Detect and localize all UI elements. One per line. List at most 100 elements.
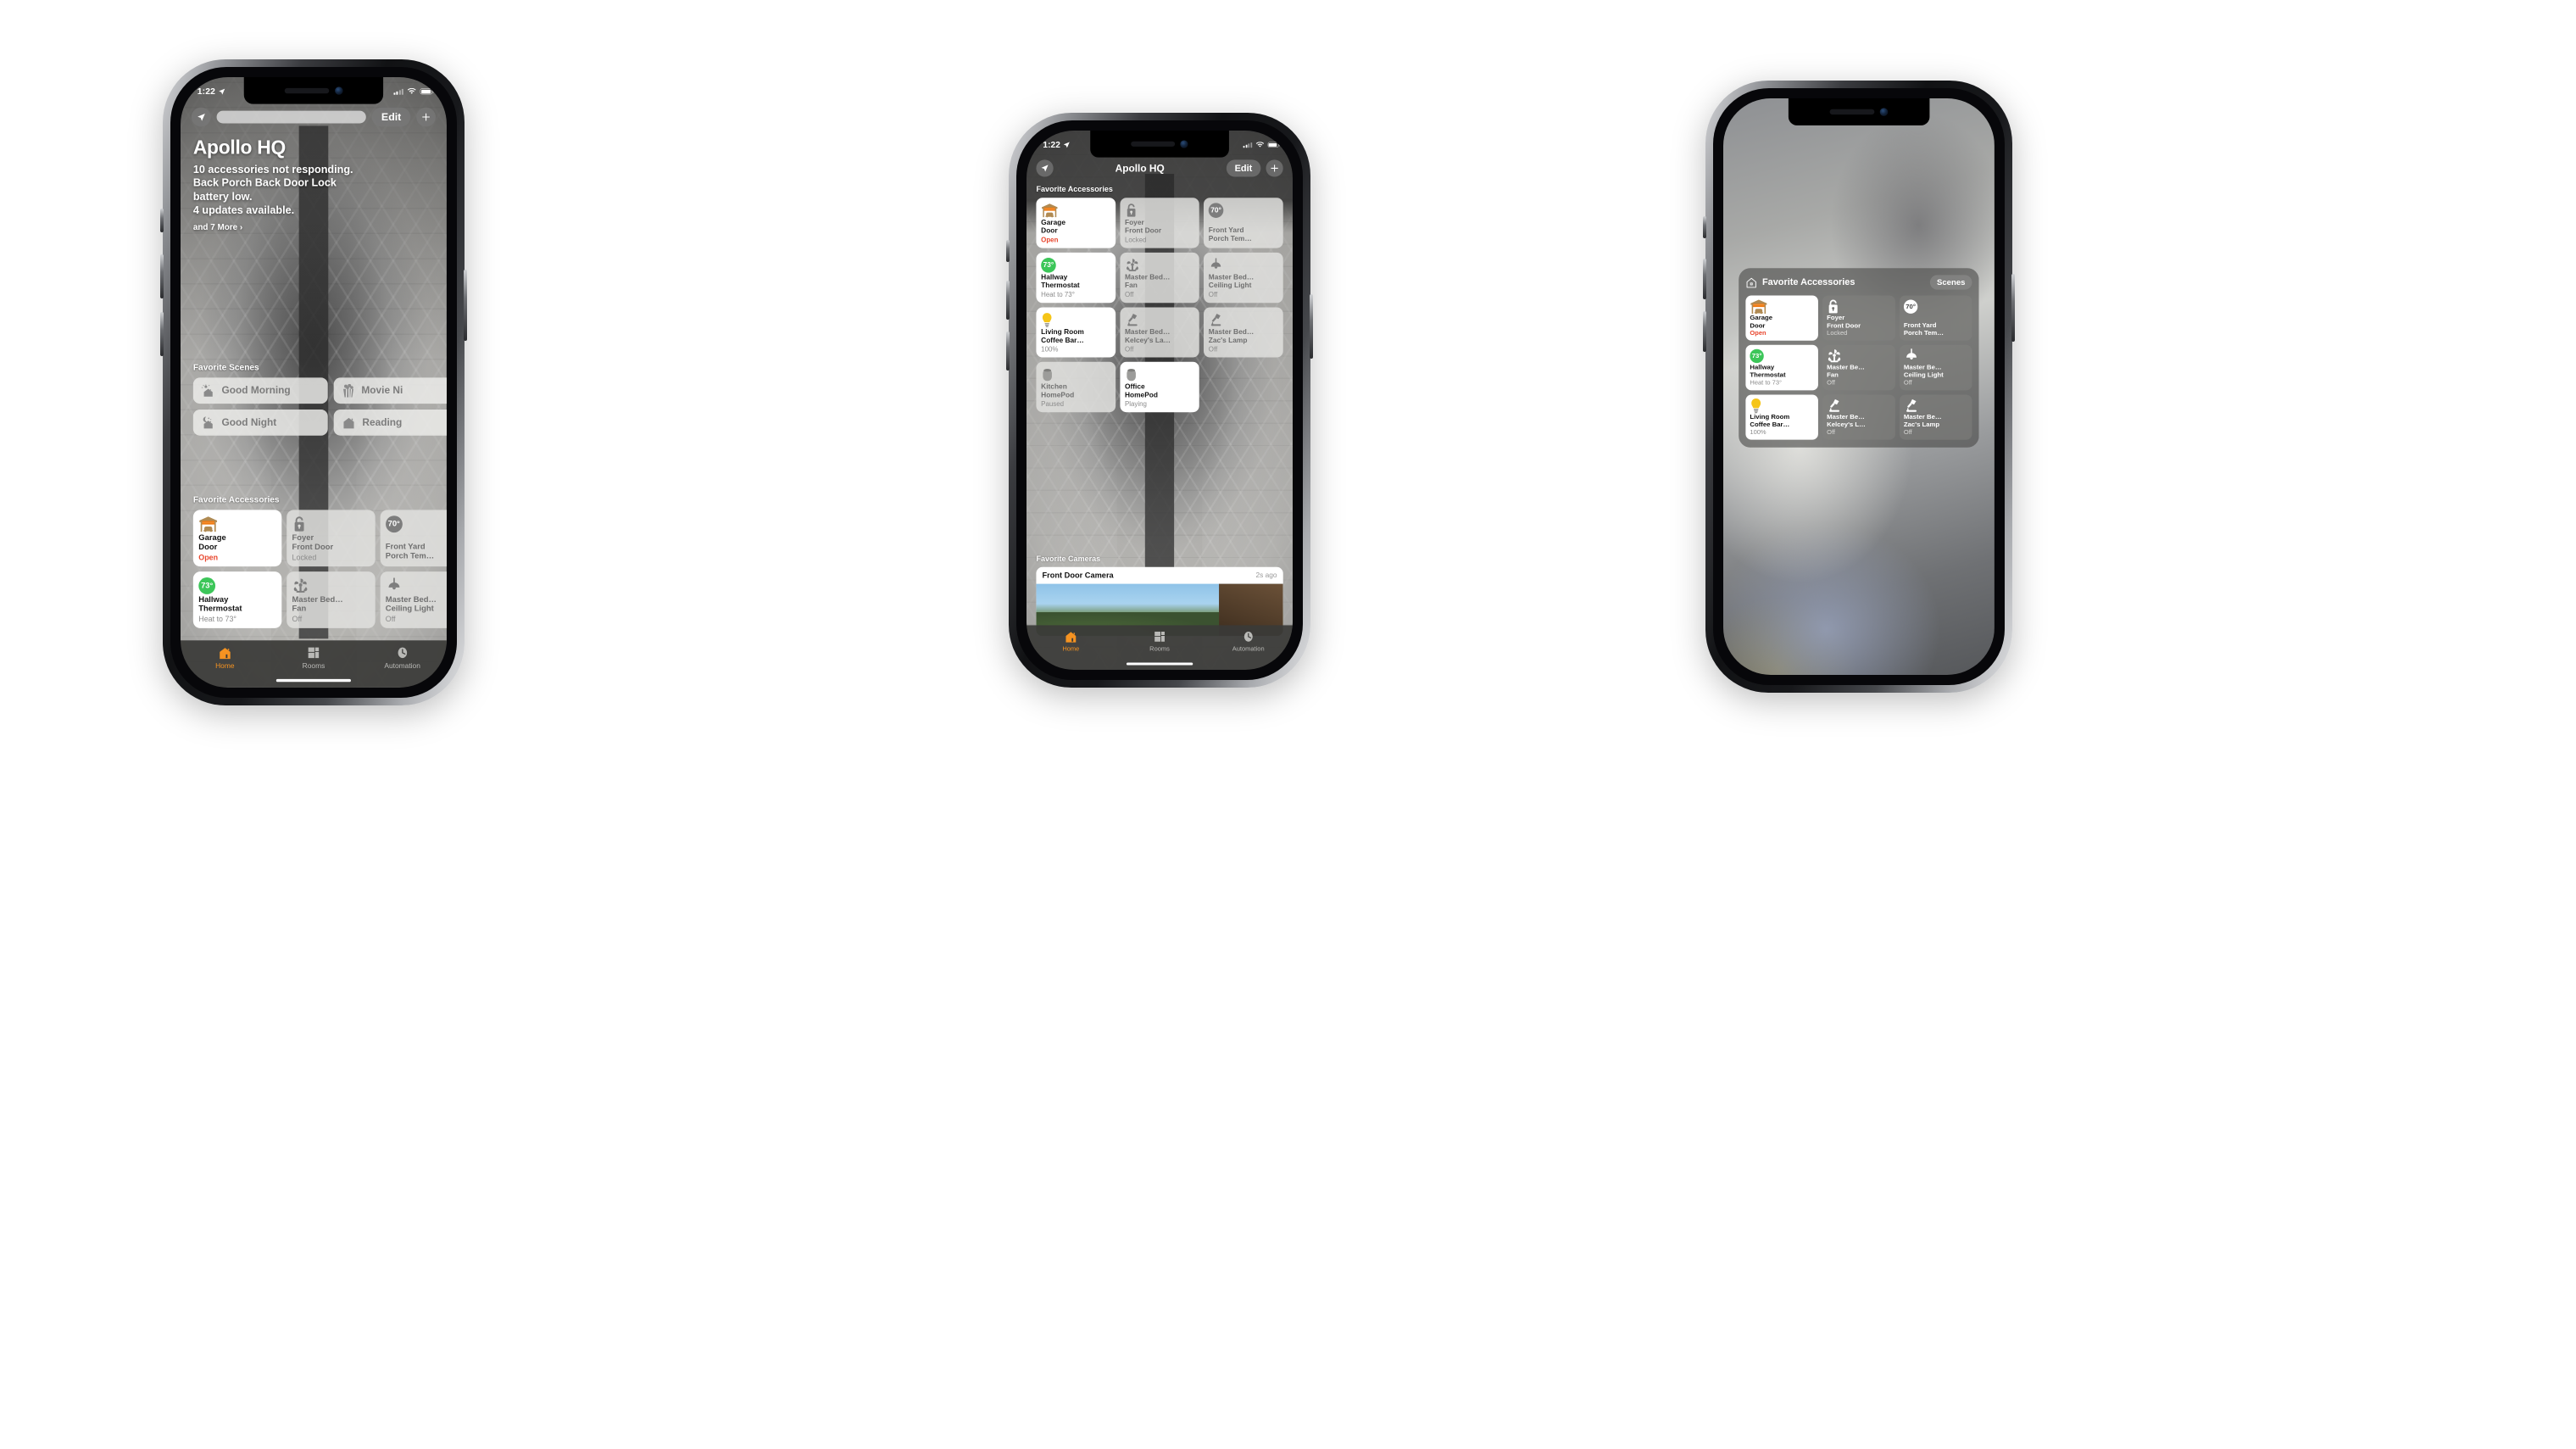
accessory-tile-master-be-fan[interactable]: Master Be… Fan Off (1822, 344, 1895, 391)
accessory-tile-foyer-front-door[interactable]: Foyer Front Door Locked (1822, 295, 1895, 341)
accessory-tile-kitchen-homepod[interactable]: Kitchen HomePod Paused (1036, 361, 1116, 413)
location-button[interactable] (1036, 159, 1054, 177)
accessory-name-2: Fan (1124, 281, 1138, 290)
nav-title: Apollo HQ (1115, 162, 1165, 174)
accessory-name: Master Bed… (1124, 273, 1171, 281)
status-time: 1:22 (197, 86, 216, 97)
add-button[interactable] (416, 107, 437, 127)
search-input[interactable] (216, 110, 366, 124)
add-button[interactable] (1266, 159, 1283, 177)
accessory-tile-foyer-front-door[interactable]: Foyer Front Door Locked (287, 510, 376, 567)
temperature-icon: 70° (1208, 202, 1278, 218)
accessory-name: Master Be… (1827, 413, 1865, 421)
accessory-tile-master-bed-kelcey-s-la[interactable]: Master Bed… Kelcey's La… Off (1120, 307, 1199, 358)
accessory-name-2: Coffee Bar… (1041, 336, 1084, 345)
accessory-tile-master-bed-ceiling-light[interactable]: Master Bed… Ceiling Light Off (1204, 252, 1283, 304)
tab-label: Automation (384, 661, 420, 671)
scene-tile[interactable]: Movie Ni (333, 377, 447, 404)
accessory-tile-front-yard-porch-temp[interactable]: 70° Front Yard Porch Tem… (380, 510, 447, 567)
accessory-name-2: Zac's Lamp (1903, 421, 1940, 428)
accessory-name-2: Thermostat (1750, 371, 1786, 379)
accessory-tile-front-yard-porch-tem[interactable]: 70° Front Yard Porch Tem… (1899, 295, 1972, 341)
accessory-name-2: Porch Tem… (1208, 234, 1252, 243)
accessory-name-2: HomePod (1041, 391, 1075, 399)
and-more-link[interactable]: and 7 More › (193, 223, 438, 232)
accessory-tile-hallway-thermostat[interactable]: 73° Hallway Thermostat Heat to 73° (1745, 344, 1819, 391)
accessory-status: Off (1124, 291, 1134, 298)
bulb-icon (1041, 312, 1110, 328)
wifi-icon (1255, 141, 1265, 148)
accessory-tile-garage-door[interactable]: Garage Door Open (1036, 198, 1116, 248)
location-button[interactable] (191, 107, 211, 127)
accessory-tile-master-bed-ceiling-light[interactable]: Master Bed… Ceiling Light Off (380, 571, 447, 628)
temperature-icon: 70° (385, 515, 447, 533)
accessory-tile-foyer-front-door[interactable]: Foyer Front Door Locked (1120, 198, 1199, 248)
accessory-tile-master-be-kelcey-s-l[interactable]: Master Be… Kelcey's L… Off (1822, 394, 1895, 440)
status-bar: 1:22 (181, 77, 447, 102)
accessory-tile-master-be-zac-s-lamp[interactable]: Master Be… Zac's Lamp Off (1899, 394, 1972, 440)
accessory-name-2: Door (198, 543, 218, 552)
temperature-value: 70° (1208, 203, 1224, 218)
accessory-tile-master-bed-fan[interactable]: Master Bed… Fan Off (1120, 252, 1199, 304)
accessory-name: Master Be… (1903, 363, 1942, 371)
wifi-icon (407, 87, 416, 95)
accessory-tile-master-be-ceiling-light[interactable]: Master Be… Ceiling Light Off (1899, 344, 1972, 391)
scene-tile[interactable]: Good Night (192, 410, 328, 436)
accessory-name-2: Front Door (292, 543, 334, 552)
accessory-tile-master-bed-fan[interactable]: Master Bed… Fan Off (287, 571, 376, 628)
home-indicator[interactable] (275, 679, 352, 683)
page-title: Apollo HQ (192, 136, 286, 159)
status-line-1: 10 accessories not responding. (192, 163, 353, 176)
accessory-tile-garage-door[interactable]: Garage Door Open (1745, 295, 1819, 341)
tab-label: Automation (1232, 644, 1265, 652)
accessory-status: Off (385, 614, 396, 623)
scenes-button[interactable]: Scenes (1929, 275, 1972, 290)
phone-1-screen: 1:22 Edit Apollo HQ 10 accessories not r… (181, 77, 447, 688)
accessory-status: Heat to 73° (198, 614, 236, 623)
accessory-status: 100% (1750, 428, 1766, 436)
accessory-status: Off (1903, 379, 1912, 387)
tab-rooms[interactable]: Rooms (1116, 630, 1205, 652)
temperature-icon: 73° (198, 577, 275, 595)
tab-rooms[interactable]: Rooms (270, 646, 359, 670)
temperature-value: 73° (1041, 257, 1056, 273)
accessory-tile-hallway-thermostat[interactable]: 73° Hallway Thermostat Heat to 73° (1036, 252, 1116, 304)
home-outline-icon (1745, 277, 1757, 288)
edit-button[interactable]: Edit (1226, 159, 1261, 177)
cellular-bars-icon (393, 88, 403, 95)
home-indicator[interactable] (1126, 662, 1193, 666)
tab-home[interactable]: Home (1027, 630, 1116, 652)
accessory-name: Master Bed… (1208, 273, 1255, 281)
tab-label: Home (215, 661, 235, 671)
accessory-tile-office-homepod[interactable]: Office HomePod Playing (1120, 361, 1199, 413)
accessory-tile-master-bed-zac-s-lamp[interactable]: Master Bed… Zac's Lamp Off (1204, 307, 1283, 358)
edit-button[interactable]: Edit (371, 107, 411, 127)
accessory-name: Hallway (1750, 363, 1775, 371)
accessory-status: Off (292, 614, 303, 623)
house-icon (342, 416, 356, 429)
desk-lamp-icon (1209, 312, 1278, 328)
tab-automation[interactable]: Automation (358, 646, 447, 670)
tab-automation[interactable]: Automation (1204, 630, 1293, 652)
accessory-status: Heat to 73° (1041, 291, 1075, 298)
tab-home[interactable]: Home (181, 646, 270, 670)
accessory-tile-hallway-thermostat[interactable]: 73° Hallway Thermostat Heat to 73° (192, 571, 282, 628)
accessory-tile-front-yard-porch-tem[interactable]: 70° Front Yard Porch Tem… (1204, 198, 1283, 248)
scene-tile[interactable]: Good Morning (192, 377, 328, 404)
accessory-name-2: Fan (292, 604, 307, 614)
accessory-status: Off (1827, 428, 1836, 436)
scene-label: Good Morning (221, 384, 291, 397)
accessory-name-2: Front Door (1124, 226, 1162, 235)
accessory-name-2: Thermostat (1041, 281, 1080, 290)
accessory-name-2: Front Door (1827, 321, 1861, 329)
accessory-tile-living-room-coffee-bar[interactable]: Living Room Coffee Bar… 100% (1745, 394, 1819, 440)
lock-icon (1125, 202, 1194, 218)
temperature-value: 73° (1750, 348, 1764, 364)
scene-label: Reading (362, 416, 403, 428)
accessory-tile-living-room-coffee-bar[interactable]: Living Room Coffee Bar… 100% (1036, 307, 1116, 358)
temperature-icon: 73° (1750, 348, 1814, 364)
accessory-status: Open (1750, 329, 1766, 337)
scene-tile[interactable]: Reading (333, 410, 447, 436)
accessory-tile-garage-door[interactable]: Garage Door Open (192, 510, 282, 567)
garage-door-icon (1041, 202, 1110, 218)
